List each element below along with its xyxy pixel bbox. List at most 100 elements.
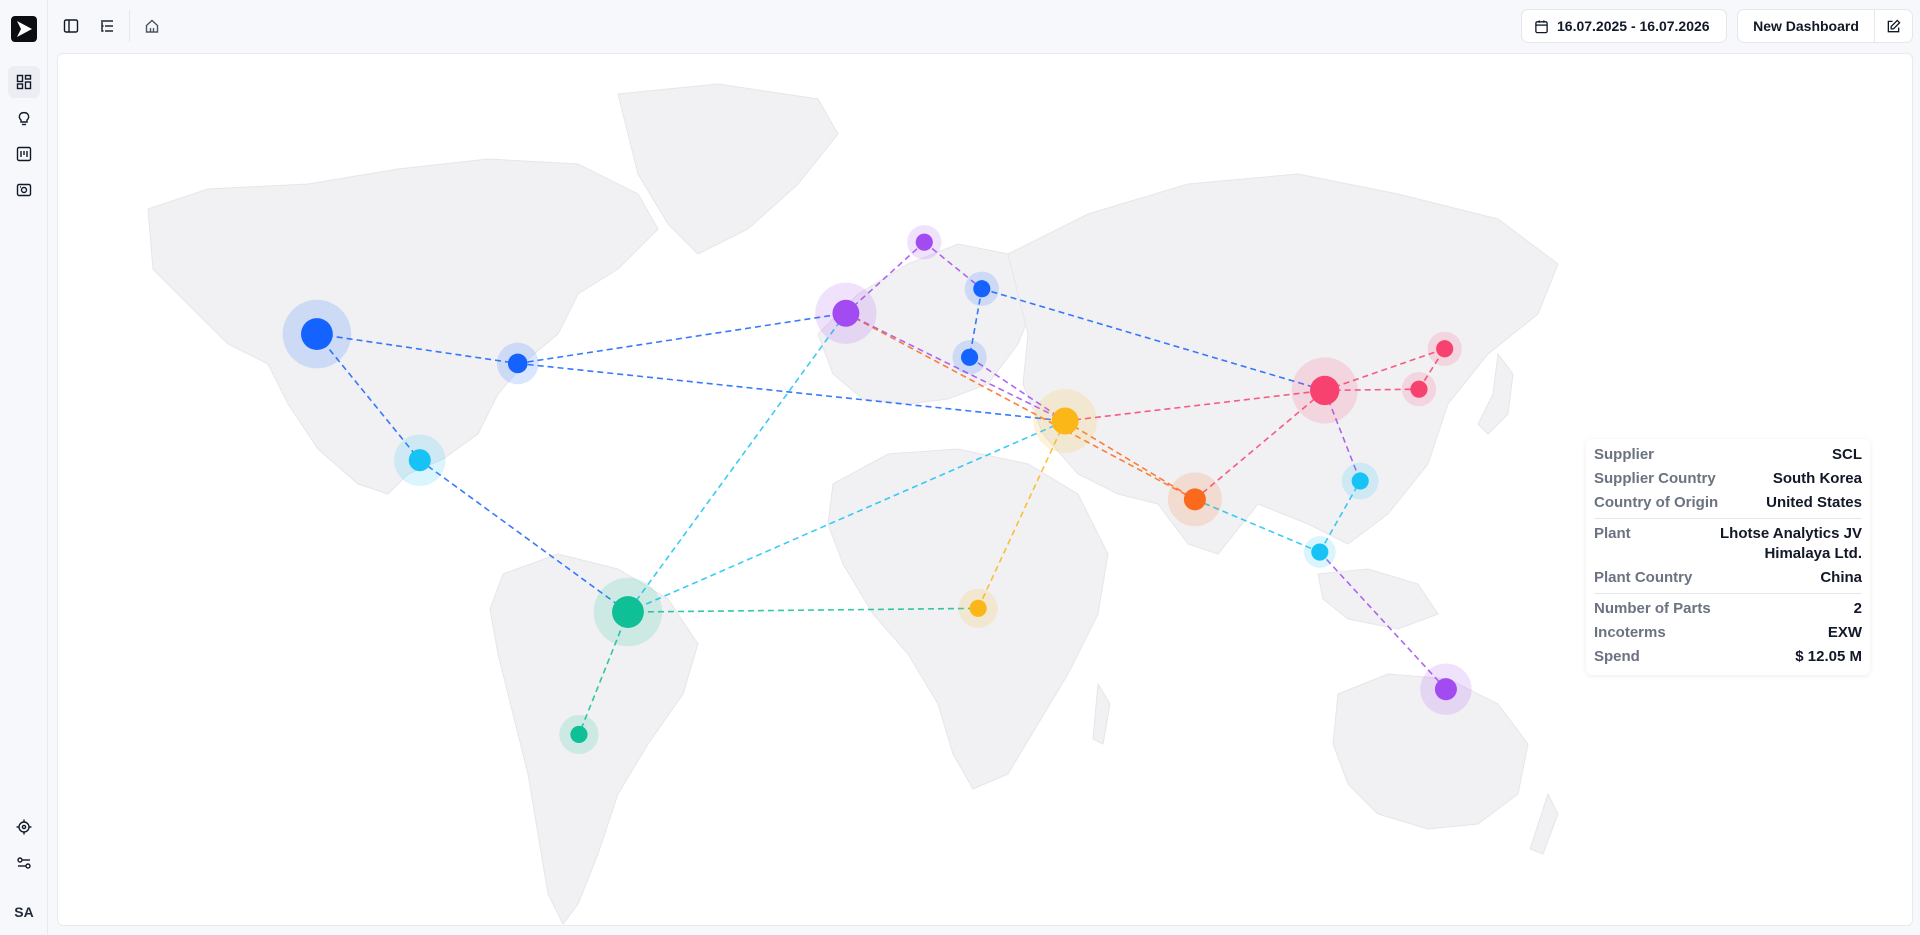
origin-value: United States: [1766, 494, 1862, 511]
node-argentina[interactable]: [559, 714, 599, 755]
sidebar-panel-icon: [63, 19, 79, 33]
home-button[interactable]: [138, 12, 166, 40]
node-central-africa[interactable]: [958, 588, 998, 628]
plant-value: Lhotse Analytics JV Himalaya Ltd.: [1720, 524, 1862, 564]
avatar[interactable]: SA: [8, 896, 40, 928]
node-dot: [1351, 472, 1369, 490]
date-range-button[interactable]: 16.07.2025 - 16.07.2026: [1521, 9, 1727, 43]
list-tree-icon: [101, 20, 113, 32]
tooltip-divider: [1594, 593, 1862, 594]
node-dot: [832, 299, 860, 327]
plant-name-line1: Lhotse Analytics JV: [1720, 525, 1862, 542]
node-vietnam[interactable]: [1341, 462, 1379, 500]
parts-label: Number of Parts: [1594, 600, 1711, 617]
node-brazil[interactable]: [593, 577, 663, 647]
node-dot: [915, 233, 933, 251]
node-dot: [1311, 543, 1329, 561]
plant-label: Plant: [1594, 525, 1631, 542]
node-usa-east[interactable]: [496, 342, 539, 385]
dashboard-icon: [16, 74, 32, 90]
node-australia[interactable]: [1420, 663, 1472, 715]
target-icon: [16, 819, 32, 835]
node-italy[interactable]: [952, 340, 987, 375]
node-dot: [1410, 380, 1428, 398]
parts-value: 2: [1853, 600, 1862, 617]
incoterms-label: Incoterms: [1594, 624, 1666, 641]
scan-icon: [16, 183, 32, 197]
toggle-sidebar-button[interactable]: [57, 12, 85, 40]
node-dot: [973, 280, 991, 298]
node-dot: [1309, 375, 1340, 406]
node-korea[interactable]: [1401, 372, 1437, 407]
tooltip-row-plant-country: Plant Country China: [1594, 566, 1862, 590]
node-dot: [1436, 340, 1454, 358]
sidebar-item-target[interactable]: [8, 811, 40, 843]
dashboard-actions: New Dashboard: [1737, 9, 1913, 43]
supplier-label: Supplier: [1594, 446, 1655, 463]
calendar-icon: [1535, 19, 1548, 33]
tooltip-row-supplier: Supplier SCL: [1594, 443, 1862, 467]
node-dot: [1051, 407, 1079, 435]
node-india[interactable]: [1167, 472, 1222, 527]
land-se-asia: [1317, 568, 1439, 630]
node-china[interactable]: [1291, 357, 1358, 424]
sidebar-item-dashboards[interactable]: [8, 66, 40, 98]
tooltip-row-supplier-country: Supplier Country South Korea: [1594, 467, 1862, 491]
home-icon: [145, 19, 159, 33]
brand-logo[interactable]: [11, 16, 37, 42]
supplier-value: SCL: [1832, 446, 1862, 463]
tooltip-divider: [1594, 518, 1862, 519]
sidebar-item-scan[interactable]: [8, 174, 40, 206]
spend-label: Spend: [1594, 648, 1640, 665]
land-japan: [1477, 352, 1514, 435]
lightbulb-icon: [18, 111, 30, 126]
plant-country-value: China: [1820, 569, 1862, 586]
node-middle-east[interactable]: [1033, 389, 1097, 453]
outline-button[interactable]: [93, 12, 121, 40]
node-usa-west[interactable]: [282, 299, 352, 369]
plant-name-line2: Himalaya Ltd.: [1764, 545, 1862, 562]
node-dot: [1183, 488, 1206, 511]
tooltip-row-incoterms: Incoterms EXW: [1594, 621, 1862, 645]
land-madagascar: [1092, 682, 1111, 745]
node-dot: [408, 449, 431, 472]
edit-dashboard-button[interactable]: [1875, 10, 1912, 42]
tooltip-row-origin: Country of Origin United States: [1594, 491, 1862, 515]
route-usa-east-uk: [517, 312, 847, 365]
node-scandinavia[interactable]: [907, 225, 942, 260]
new-dashboard-button[interactable]: New Dashboard: [1738, 10, 1875, 42]
supplier-country-label: Supplier Country: [1594, 470, 1716, 487]
incoterms-value: EXW: [1827, 624, 1862, 641]
origin-label: Country of Origin: [1594, 494, 1719, 511]
land-asia: [1007, 173, 1559, 555]
node-dot: [1434, 678, 1457, 701]
node-dot: [570, 725, 588, 744]
sliders-icon: [17, 857, 31, 869]
tooltip-row-parts: Number of Parts 2: [1594, 597, 1862, 621]
left-rail: SA: [0, 0, 48, 935]
date-range-label: 16.07.2025 - 16.07.2026: [1557, 18, 1710, 34]
node-singapore[interactable]: [1303, 536, 1336, 568]
node-poland[interactable]: [964, 271, 999, 306]
tooltip-row-plant: Plant Lhotse Analytics JV Himalaya Ltd.: [1594, 522, 1862, 566]
map-panel: Supplier SCL Supplier Country South Kore…: [57, 53, 1913, 926]
top-bar: 16.07.2025 - 16.07.2026 New Dashboard: [48, 0, 1920, 52]
node-dot: [612, 596, 644, 628]
land-new-zealand: [1529, 792, 1559, 855]
tooltip-row-spend: Spend $ 12.05 M: [1594, 645, 1862, 669]
board-icon: [16, 146, 32, 162]
sidebar-item-reports[interactable]: [8, 138, 40, 170]
node-dot: [507, 353, 528, 374]
toolbar-divider: [129, 10, 130, 42]
edit-icon: [1887, 18, 1901, 32]
sidebar-item-insights[interactable]: [8, 102, 40, 134]
node-dot: [969, 599, 987, 617]
node-japan[interactable]: [1427, 331, 1462, 366]
node-mexico[interactable]: [394, 434, 446, 486]
sidebar-item-settings[interactable]: [8, 847, 40, 879]
route-uk-brazil: [627, 312, 847, 613]
node-uk[interactable]: [815, 282, 877, 344]
node-dot: [301, 318, 333, 350]
spend-value: $ 12.05 M: [1795, 648, 1862, 665]
supplier-tooltip: Supplier SCL Supplier Country South Kore…: [1586, 439, 1870, 675]
